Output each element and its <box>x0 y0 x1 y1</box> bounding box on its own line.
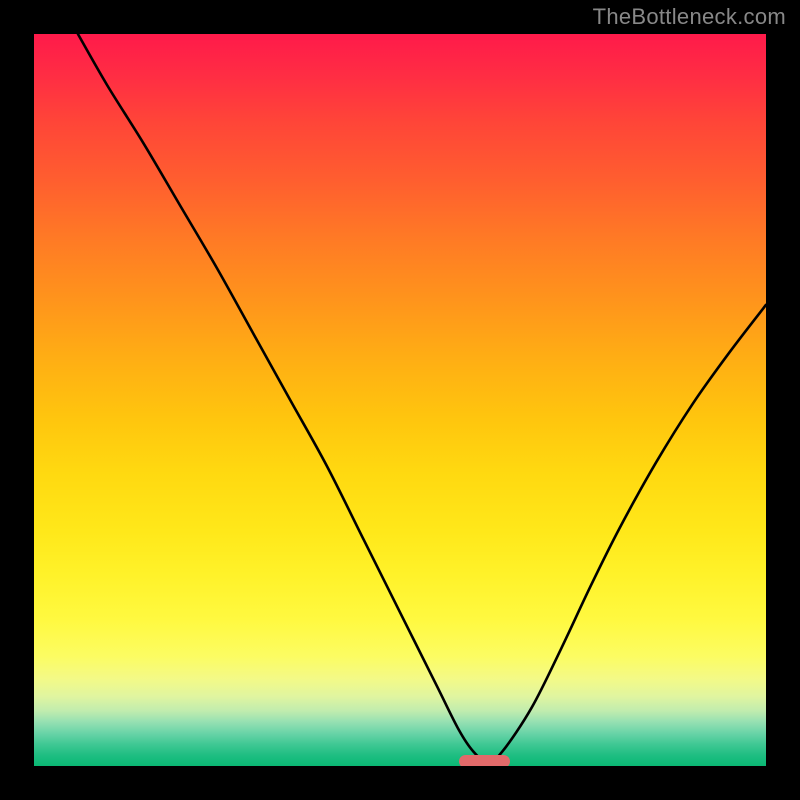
watermark-text: TheBottleneck.com <box>593 4 786 30</box>
optimal-marker <box>459 755 510 766</box>
bottleneck-curve <box>78 34 766 762</box>
curve-svg <box>34 34 766 766</box>
chart-container: TheBottleneck.com <box>0 0 800 800</box>
plot-area <box>34 34 766 766</box>
